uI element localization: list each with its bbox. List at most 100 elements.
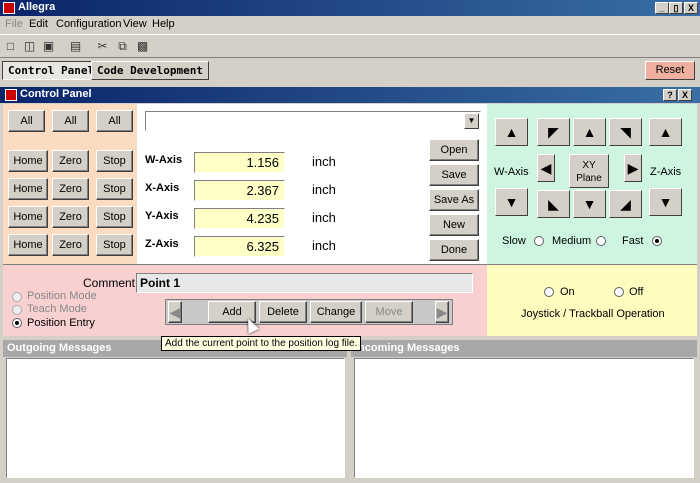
position-file-select[interactable]: ▼ bbox=[145, 111, 481, 131]
joystick-off-radio[interactable] bbox=[614, 287, 624, 297]
speed-slow-radio[interactable] bbox=[534, 236, 544, 246]
z-down-arrow-icon[interactable]: ▼ bbox=[649, 188, 682, 216]
position-nav-bar: ◀ Add Delete Change Move ▶ bbox=[165, 299, 453, 325]
teach-mode-radio bbox=[12, 305, 22, 315]
maximize-button[interactable]: ▯ bbox=[669, 2, 683, 14]
speed-medium-radio[interactable] bbox=[596, 236, 606, 246]
menu-help[interactable]: Help bbox=[152, 18, 175, 30]
joystick-operation-label: Joystick / Trackball Operation bbox=[521, 308, 665, 320]
x-stop-button[interactable]: Stop bbox=[96, 178, 133, 200]
next-arrow-icon[interactable]: ▶ bbox=[435, 301, 449, 323]
z-axis-label: Z-Axis bbox=[145, 238, 179, 250]
position-mode-radio bbox=[12, 292, 22, 302]
y-axis-unit: inch bbox=[312, 210, 336, 225]
incoming-messages-log[interactable] bbox=[354, 358, 694, 478]
menu-edit[interactable]: Edit bbox=[29, 18, 48, 30]
menu-view[interactable]: View bbox=[123, 18, 147, 30]
all-stop-button[interactable]: All bbox=[96, 110, 133, 132]
joystick-on-radio[interactable] bbox=[544, 287, 554, 297]
position-entry-radio[interactable] bbox=[12, 318, 22, 328]
cut-icon[interactable]: ✂ bbox=[94, 38, 111, 55]
w-stop-button[interactable]: Stop bbox=[96, 150, 133, 172]
save-disk-icon[interactable]: ▣ bbox=[40, 38, 57, 55]
speed-fast-radio[interactable] bbox=[652, 236, 662, 246]
right-arrow-icon[interactable]: ▶ bbox=[624, 154, 642, 182]
y-home-button[interactable]: Home bbox=[8, 206, 48, 228]
w-axis-label: W-Axis bbox=[145, 154, 183, 166]
position-entry-label: Position Entry bbox=[27, 317, 95, 329]
tab-control-panel[interactable]: Control Panel bbox=[2, 61, 101, 80]
all-zero-button[interactable]: All bbox=[52, 110, 89, 132]
x-zero-button[interactable]: Zero bbox=[52, 178, 89, 200]
done-button[interactable]: Done bbox=[429, 239, 479, 261]
position-readout-pane: ▼ W-Axis 1.156 inch X-Axis 2.367 inch Y-… bbox=[137, 104, 487, 264]
x-axis-value: 2.367 bbox=[194, 180, 285, 201]
app-title: Allegra bbox=[18, 1, 56, 13]
help-button[interactable]: ? bbox=[663, 89, 677, 101]
reset-button[interactable]: Reset bbox=[645, 61, 695, 80]
left-arrow-icon[interactable]: ◀ bbox=[537, 154, 555, 182]
w-home-button[interactable]: Home bbox=[8, 150, 48, 172]
menu-file[interactable]: File bbox=[5, 18, 23, 30]
z-axis-value: 6.325 bbox=[194, 236, 285, 257]
joystick-off-label: Off bbox=[629, 286, 644, 298]
control-panel-close-button[interactable]: X bbox=[678, 89, 692, 101]
up-right-arrow-icon[interactable]: ◥ bbox=[609, 118, 642, 146]
new-button[interactable]: New bbox=[429, 214, 479, 236]
w-axis-value: 1.156 bbox=[194, 152, 285, 173]
new-file-icon[interactable]: □ bbox=[2, 38, 19, 55]
up-left-arrow-icon[interactable]: ◤ bbox=[537, 118, 570, 146]
close-button[interactable]: X bbox=[684, 2, 698, 14]
z-stop-button[interactable]: Stop bbox=[96, 234, 133, 256]
down-left-arrow-icon[interactable]: ◣ bbox=[537, 190, 570, 218]
open-button[interactable]: Open bbox=[429, 139, 479, 161]
z-up-arrow-icon[interactable]: ▲ bbox=[649, 118, 682, 146]
position-mode-label: Position Mode bbox=[27, 290, 97, 302]
tab-code-development[interactable]: Code Development bbox=[91, 61, 209, 80]
menu-configuration[interactable]: Configuration bbox=[56, 18, 121, 30]
x-home-button[interactable]: Home bbox=[8, 178, 48, 200]
save-button[interactable]: Save bbox=[429, 164, 479, 186]
chevron-down-icon[interactable]: ▼ bbox=[464, 113, 479, 129]
x-axis-label: X-Axis bbox=[145, 182, 180, 194]
down-right-arrow-icon[interactable]: ◢ bbox=[609, 190, 642, 218]
up-arrow-icon[interactable]: ▲ bbox=[573, 118, 606, 146]
app-title-bar: Allegra _ ▯ X bbox=[0, 0, 700, 16]
w-zero-button[interactable]: Zero bbox=[52, 150, 89, 172]
z-zero-button[interactable]: Zero bbox=[52, 234, 89, 256]
paste-icon[interactable]: ▩ bbox=[134, 38, 151, 55]
jog-z-axis-label: Z-Axis bbox=[650, 166, 682, 178]
joystick-pane: On Off Joystick / Trackball Operation bbox=[487, 264, 697, 336]
control-panel-title: Control Panel bbox=[20, 88, 92, 100]
y-axis-value: 4.235 bbox=[194, 208, 285, 229]
z-home-button[interactable]: Home bbox=[8, 234, 48, 256]
change-button[interactable]: Change bbox=[310, 301, 362, 323]
minimize-button[interactable]: _ bbox=[655, 2, 669, 14]
y-zero-button[interactable]: Zero bbox=[52, 206, 89, 228]
all-home-button[interactable]: All bbox=[8, 110, 45, 132]
app-icon bbox=[3, 2, 15, 14]
jog-w-axis-label: W-Axis bbox=[494, 166, 529, 178]
menu-bar: File Edit Configuration View Help bbox=[0, 16, 700, 33]
print-icon[interactable]: ▤ bbox=[67, 38, 84, 55]
delete-button[interactable]: Delete bbox=[259, 301, 307, 323]
down-arrow-icon[interactable]: ▼ bbox=[573, 190, 606, 218]
tab-strip: Control Panel Code Development Reset bbox=[0, 58, 700, 84]
comment-input[interactable]: Point 1 bbox=[136, 273, 473, 293]
save-as-button[interactable]: Save As bbox=[429, 189, 479, 211]
y-axis-label: Y-Axis bbox=[145, 210, 179, 222]
w-axis-unit: inch bbox=[312, 154, 336, 169]
control-panel-icon bbox=[5, 89, 17, 101]
w-up-arrow-icon[interactable]: ▲ bbox=[495, 118, 528, 146]
y-stop-button[interactable]: Stop bbox=[96, 206, 133, 228]
move-button[interactable]: Move bbox=[365, 301, 413, 323]
x-axis-unit: inch bbox=[312, 182, 336, 197]
previous-arrow-icon[interactable]: ◀ bbox=[168, 301, 182, 323]
copy-icon[interactable]: ⧉ bbox=[114, 38, 131, 55]
toolbar: □ ◫ ▣ ▤ ✂ ⧉ ▩ bbox=[0, 34, 700, 58]
w-down-arrow-icon[interactable]: ▼ bbox=[495, 188, 528, 216]
speed-medium-label: Medium bbox=[552, 235, 592, 247]
open-folder-icon[interactable]: ◫ bbox=[21, 38, 38, 55]
outgoing-messages-log[interactable] bbox=[6, 358, 345, 478]
control-panel-title-bar: Control Panel ? X bbox=[0, 87, 700, 103]
